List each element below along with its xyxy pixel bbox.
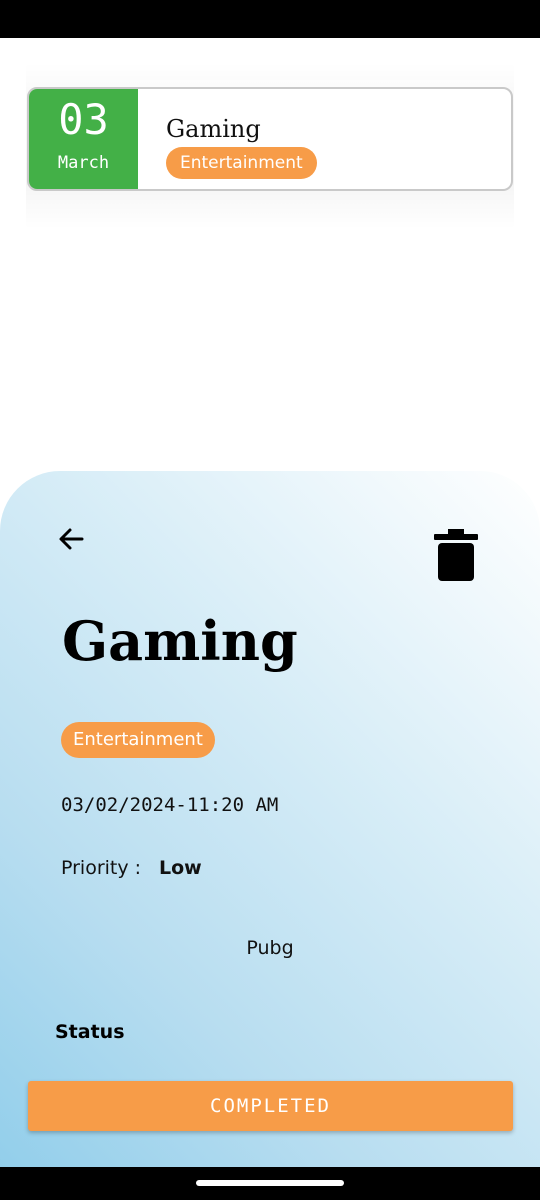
date-block: 03 March (29, 89, 138, 189)
trash-icon[interactable] (432, 527, 480, 585)
task-datetime: 03/02/2024-11:20 AM (61, 794, 279, 816)
navigation-bar (0, 1167, 540, 1200)
task-card-title: Gaming (166, 115, 261, 143)
home-indicator[interactable] (196, 1180, 344, 1186)
status-bar (0, 0, 540, 38)
date-month: March (57, 153, 110, 173)
task-card[interactable]: 03 March Gaming Entertainment (27, 87, 513, 191)
category-badge: Entertainment (61, 722, 215, 758)
category-badge: Entertainment (166, 147, 317, 179)
task-description: Pubg (246, 937, 294, 959)
completed-button[interactable]: COMPLETED (28, 1081, 513, 1131)
priority-label: Priority : (61, 857, 142, 879)
priority-value: Low (159, 857, 202, 879)
arrow-left-icon[interactable] (56, 523, 88, 555)
date-day: 03 (58, 95, 109, 144)
status-label: Status (55, 1021, 125, 1043)
task-detail-sheet: Gaming Entertainment 03/02/2024-11:20 AM… (0, 471, 540, 1200)
page-title: Gaming (62, 609, 298, 673)
